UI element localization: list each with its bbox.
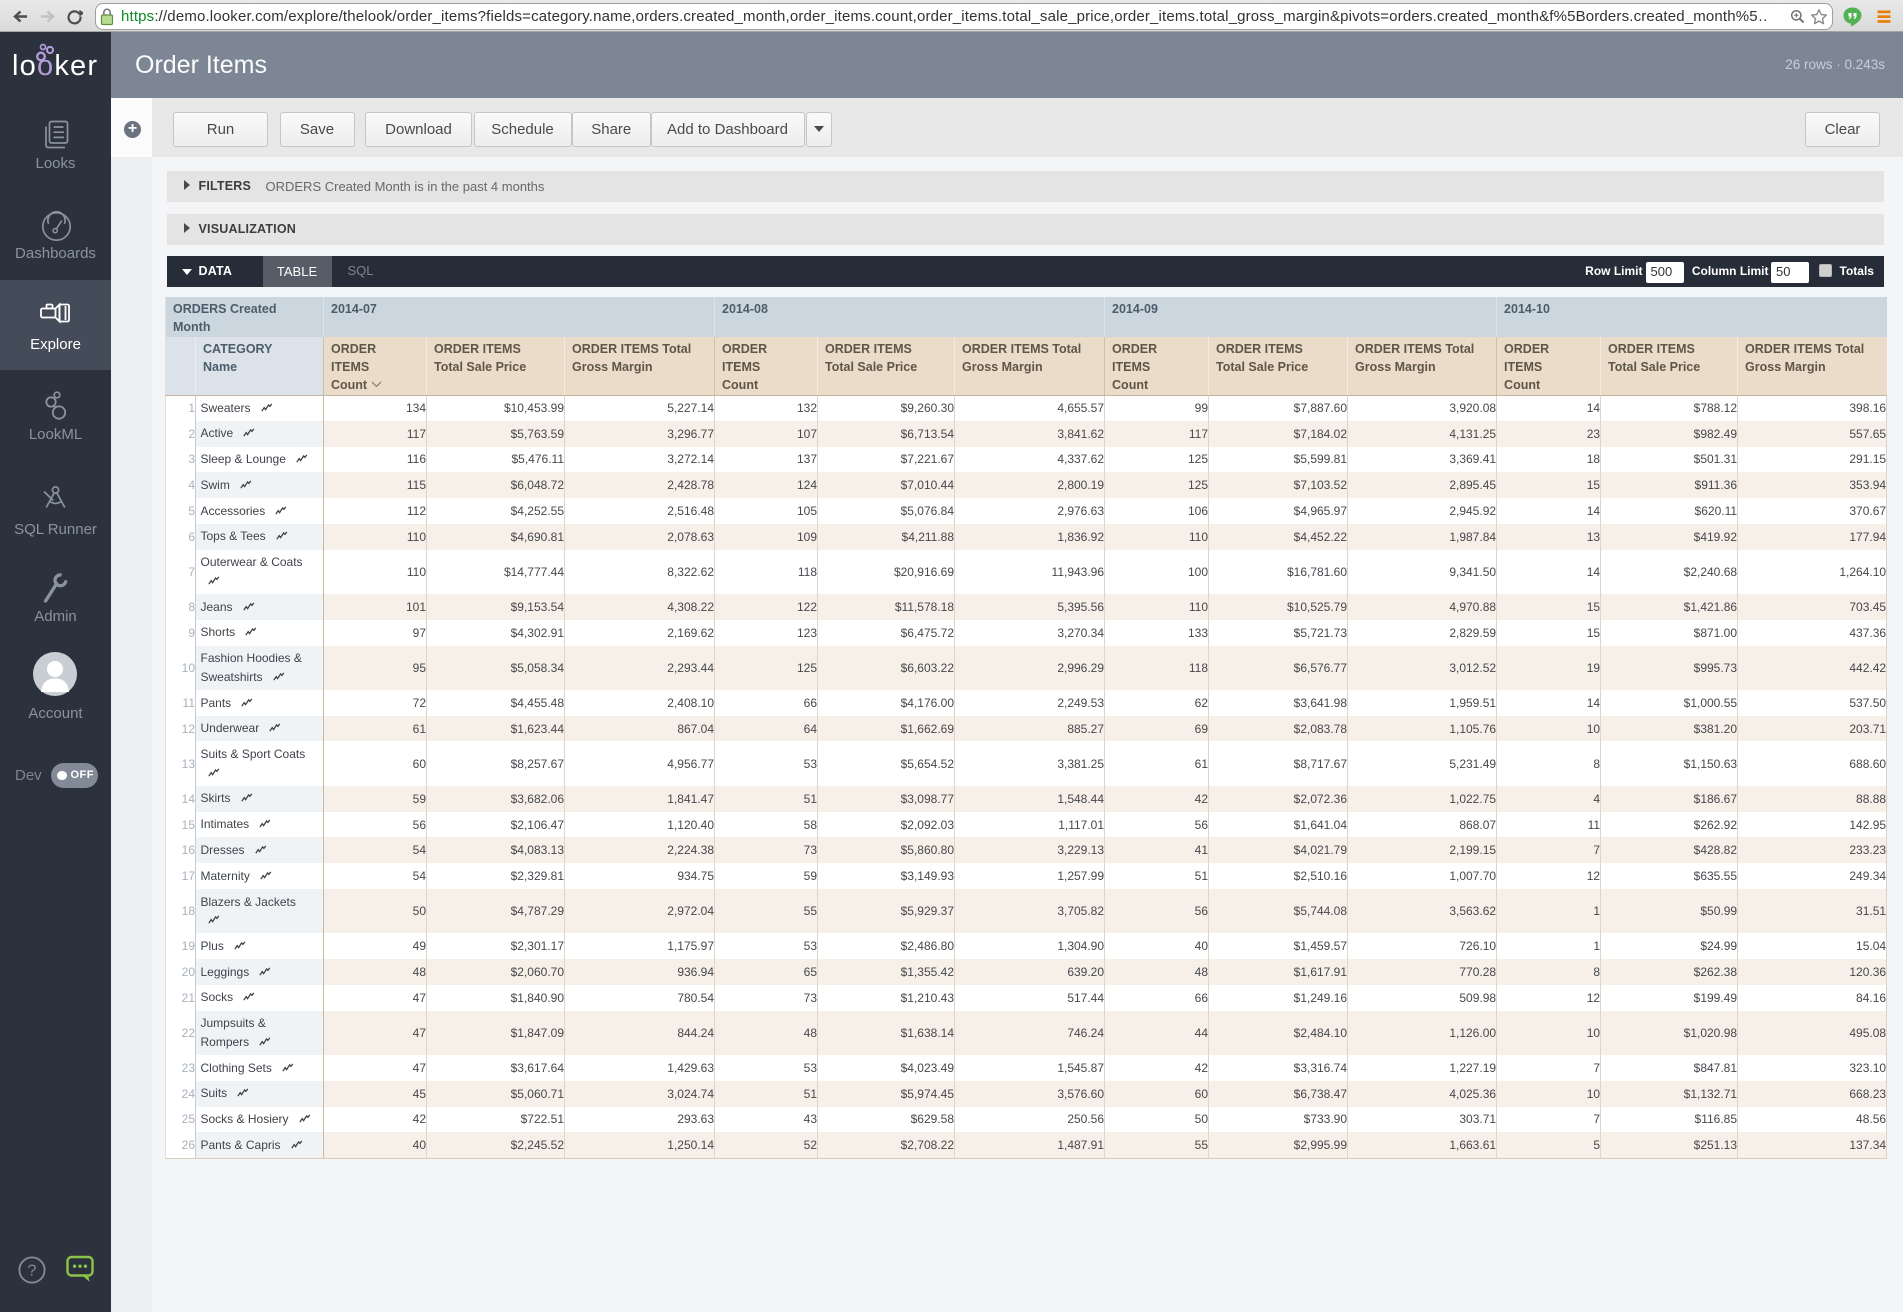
svg-text:?: ? (28, 1263, 37, 1280)
